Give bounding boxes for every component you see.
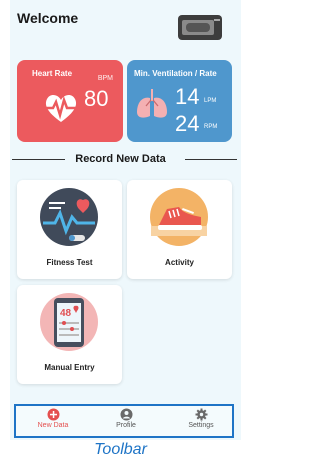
heart-pulse-icon <box>43 94 79 122</box>
running-shoe-icon <box>150 188 208 246</box>
plus-circle-icon <box>47 408 59 421</box>
tab-new-data[interactable]: New Data <box>23 408 83 429</box>
ventilation-lpm-unit: LPM <box>204 98 217 104</box>
ventilation-lpm-value: 14 <box>175 84 200 109</box>
tab-profile[interactable]: Profile <box>96 408 156 429</box>
manual-entry-label: Manual Entry <box>44 363 95 372</box>
manual-entry-tile[interactable]: 48 Manual Entry <box>17 285 122 384</box>
phone-manual-entry-icon: 48 <box>40 293 98 351</box>
fitness-test-icon <box>40 188 98 246</box>
profile-icon <box>120 408 132 421</box>
ventilation-rpm-value: 24 <box>175 111 200 136</box>
toolbar-caption: Toolbar <box>94 441 147 458</box>
page-title: Welcome <box>17 10 79 26</box>
heart-rate-card[interactable]: Heart Rate BPM 80 <box>17 60 123 142</box>
activity-label: Activity <box>165 258 194 267</box>
heart-rate-unit: BPM <box>97 75 113 82</box>
bottom-toolbar: New Data Profile Settings <box>14 404 234 438</box>
fitness-test-label: Fitness Test <box>46 258 93 267</box>
lungs-icon <box>137 89 167 118</box>
ventilation-title: Min. Ventilation / Rate <box>134 69 217 78</box>
tab-new-data-label: New Data <box>37 422 69 429</box>
activity-tile[interactable]: Activity <box>127 180 232 279</box>
wearable-device-icon[interactable] <box>177 12 223 42</box>
tab-settings-label: Settings <box>188 422 214 429</box>
heart-rate-value: 80 <box>84 86 109 111</box>
ventilation-card[interactable]: Min. Ventilation / Rate 14 LPM 24 RPM <box>127 60 232 142</box>
manual-entry-screen-value: 48 <box>60 308 72 319</box>
heart-rate-title: Heart Rate <box>32 69 73 78</box>
fitness-test-tile[interactable]: Fitness Test <box>17 180 122 279</box>
divider-right <box>185 159 237 160</box>
gear-icon <box>195 408 207 421</box>
ventilation-rpm-unit: RPM <box>204 124 218 130</box>
tab-profile-label: Profile <box>116 422 136 429</box>
tab-settings[interactable]: Settings <box>171 408 231 429</box>
